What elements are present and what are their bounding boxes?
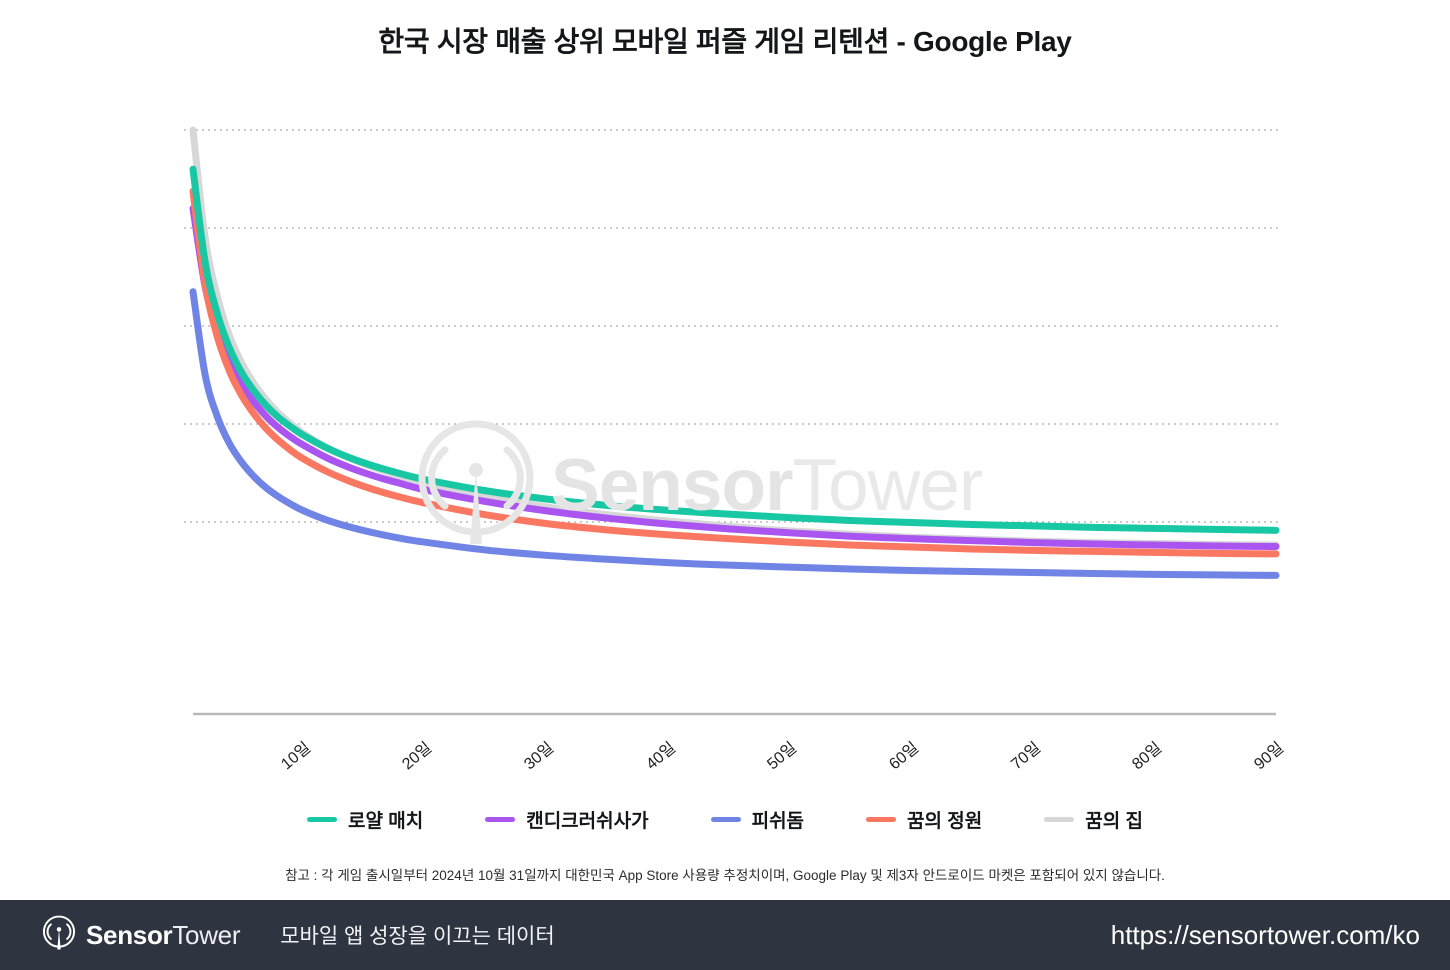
chart-footnote: 참고 : 각 게임 출시일부터 2024년 10월 31일까지 대한민국 App… (285, 868, 1165, 883)
footer-tagline: 모바일 앱 성장을 이끄는 데이터 (280, 925, 555, 948)
legend-item[interactable]: 피쉬돔 (710, 806, 805, 833)
legend-item-label: 로얄 매치 (348, 811, 424, 832)
retention-line-chart (184, 126, 1280, 716)
legend-item[interactable]: 로얄 매치 (307, 806, 423, 833)
footer-brand: SensorTower (42, 915, 241, 956)
legend-color-swatch (710, 817, 741, 822)
footer-url[interactable]: https://sensortower.com/ko (1111, 920, 1420, 951)
legend-color-swatch (307, 817, 338, 822)
legend-color-swatch (1044, 817, 1075, 822)
chart-series-line (189, 288, 1280, 579)
footer-brand-bold: Sensor (86, 919, 173, 950)
legend-item[interactable]: 꿈의 집 (1044, 806, 1143, 833)
legend-item[interactable]: 캔디크러쉬사가 (485, 806, 649, 833)
legend-color-swatch (485, 817, 516, 822)
x-axis-tick-labels: 10일 20일 30일 40일 50일 60일 70일 80일 90일 (0, 714, 1450, 784)
chart-series-line (189, 187, 1280, 558)
legend-item-label: 꿈의 정원 (907, 811, 983, 832)
chart-series-line (189, 165, 1280, 534)
legend-item-label: 피쉬돔 (751, 811, 805, 832)
chart-plot-area: SensorTower 10일 20일 30일 40일 50일 60일 70일 80일 90일 (0, 0, 1450, 790)
sensortower-antenna-icon (42, 915, 76, 956)
legend-item-label: 캔디크러쉬사가 (526, 811, 649, 832)
legend-color-swatch (866, 817, 897, 822)
footer-brand-light: Tower (172, 919, 241, 950)
chart-series-line (189, 204, 1280, 550)
legend-item[interactable]: 꿈의 정원 (866, 806, 982, 833)
footer-brand-text: SensorTower (86, 919, 241, 951)
footer-bar: SensorTower 모바일 앱 성장을 이끄는 데이터 https://se… (0, 900, 1450, 970)
legend-item-label: 꿈의 집 (1085, 811, 1143, 832)
chart-legend: 로얄 매치 캔디크러쉬사가 피쉬돔 꿈의 정원 꿈의 집 (0, 806, 1450, 833)
chart-series-group (189, 126, 1280, 579)
